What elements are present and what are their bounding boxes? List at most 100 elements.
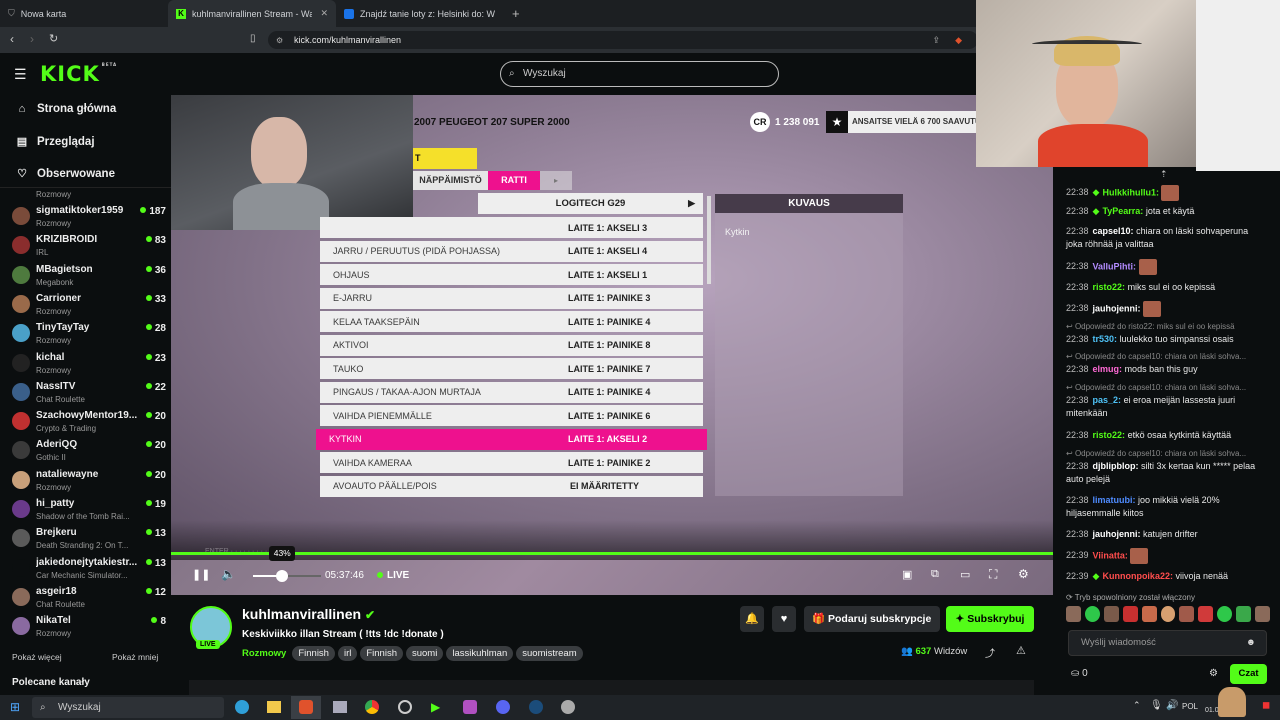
- menu-icon[interactable]: ☰: [14, 66, 27, 83]
- emote-icon[interactable]: [1198, 606, 1214, 622]
- binding-row[interactable]: LAITE 1: AKSELI 3: [320, 217, 703, 238]
- nav-home[interactable]: ⌂ Strona główna: [16, 103, 117, 115]
- channel-item[interactable]: NikaTel Rozmowy 8: [8, 614, 166, 643]
- emote-icon[interactable]: [1122, 606, 1138, 622]
- tab-keyboard[interactable]: NÄPPÄIMISTÖ: [413, 171, 488, 190]
- settings-gear-icon[interactable]: ⚙: [1018, 567, 1029, 581]
- chat-username[interactable]: risto22:: [1093, 430, 1126, 440]
- close-tab-icon[interactable]: ✕: [320, 8, 328, 19]
- nav-following[interactable]: ♡ Obserwowane: [16, 167, 115, 181]
- report-icon[interactable]: ⚠: [1016, 644, 1026, 657]
- channel-item[interactable]: KRIZIBROIDI IRL 83: [8, 233, 166, 262]
- emote-icon[interactable]: [1217, 606, 1233, 622]
- emote-icon[interactable]: [1084, 606, 1100, 622]
- channel-item[interactable]: nataliewayne Rozmowy 20: [8, 468, 166, 497]
- list-scrollbar[interactable]: [707, 196, 711, 284]
- tray-chevron-icon[interactable]: ⌃: [1133, 700, 1141, 711]
- tag-chip[interactable]: suomistream: [516, 646, 583, 661]
- binding-row[interactable]: KELAA TAAKSEPÄIN LAITE 1: PAINIKE 4: [320, 311, 703, 332]
- chat-username[interactable]: Hulkkihullu1:: [1102, 187, 1159, 197]
- chat-username[interactable]: capsel10:: [1093, 226, 1134, 236]
- clock-date[interactable]: 01.0: [1205, 707, 1219, 714]
- emote-icon[interactable]: [1236, 606, 1252, 622]
- channel-item[interactable]: SzachowyMentor19... Crypto & Trading 20: [8, 409, 166, 438]
- binding-row[interactable]: AKTIVOI LAITE 1: PAINIKE 8: [320, 334, 703, 356]
- binding-row[interactable]: E-JARRU LAITE 1: PAINIKE 3: [320, 287, 703, 309]
- volume-icon[interactable]: 🔈: [221, 567, 236, 581]
- windows-start-icon[interactable]: ⊞: [10, 700, 20, 714]
- chat-username[interactable]: pas_2:: [1093, 395, 1122, 405]
- chat-username[interactable]: tr530:: [1093, 334, 1118, 344]
- stream-progress-bar[interactable]: [171, 552, 1053, 555]
- chat-send-button[interactable]: Czat: [1230, 664, 1267, 684]
- channel-item[interactable]: sigmatiktoker1959 Rozmowy 187: [8, 204, 166, 233]
- binding-row[interactable]: OHJAUS LAITE 1: AKSELI 1: [320, 264, 703, 285]
- show-less-link[interactable]: Pokaż mniej: [112, 652, 158, 662]
- binding-row[interactable]: AVOAUTO PÄÄLLE/POIS EI MÄÄRITETTY: [320, 475, 703, 497]
- binding-row[interactable]: JARRU / PERUUTUS (PIDÄ POHJASSA) LAITE 1:…: [320, 240, 703, 262]
- chat-username[interactable]: limatuubi:: [1093, 495, 1136, 505]
- app-icon[interactable]: [561, 700, 575, 714]
- new-tab-icon[interactable]: +: [512, 6, 520, 21]
- browser-tab-new[interactable]: ⛉ Nowa karta: [0, 0, 168, 27]
- channel-item[interactable]: jakiedonejtytakiestr... Car Mechanic Simu…: [8, 556, 166, 585]
- bookmark-icon[interactable]: ▯: [250, 33, 256, 44]
- pause-icon[interactable]: ❚❚: [192, 568, 210, 581]
- emote-icon[interactable]: [1103, 606, 1119, 622]
- brave-shield-icon[interactable]: ◆: [955, 35, 962, 46]
- channel-item[interactable]: TinyTayTay Rozmowy 28: [8, 321, 166, 350]
- emote-icon[interactable]: [1066, 606, 1081, 622]
- file-explorer-icon[interactable]: [267, 701, 281, 713]
- miniplayer-icon[interactable]: ⧉: [931, 568, 939, 581]
- notification-icon[interactable]: ◼: [1262, 700, 1270, 711]
- binding-row[interactable]: VAIHDA KAMERAA LAITE 1: PAINIKE 2: [320, 452, 703, 473]
- tab-more-icon[interactable]: ▸: [540, 171, 572, 190]
- site-info-icon[interactable]: ⚙: [276, 36, 283, 45]
- emote-icon[interactable]: [1160, 606, 1176, 622]
- channel-item[interactable]: asgeir18 Chat Roulette 12: [8, 585, 166, 614]
- channel-item[interactable]: NassITV Chat Roulette 22: [8, 380, 166, 409]
- nav-browse[interactable]: ▤ Przeglądaj: [16, 135, 95, 149]
- emoji-icon[interactable]: ☻: [1246, 631, 1256, 655]
- kick-logo[interactable]: KICK BETA: [40, 62, 117, 86]
- fullscreen-icon[interactable]: ⛶: [989, 567, 997, 582]
- follow-heart-icon[interactable]: ♥: [772, 606, 796, 632]
- chat-username[interactable]: jauhojenni:: [1093, 303, 1141, 313]
- channel-item[interactable]: hi_patty Shadow of the Tomb Rai... 19: [8, 497, 166, 526]
- tag-chip[interactable]: Finnish: [360, 646, 403, 661]
- binding-row[interactable]: KYTKIN LAITE 1: AKSELI 2: [316, 428, 707, 450]
- channel-name-row[interactable]: kuhlmanvirallinen ✔: [242, 606, 375, 622]
- binding-row[interactable]: PINGAUS / TAKAA-AJON MURTAJA LAITE 1: PAI…: [320, 381, 703, 403]
- channel-points[interactable]: ⛀ 0: [1071, 668, 1088, 679]
- app-icon[interactable]: ▶: [431, 700, 440, 714]
- app-icon[interactable]: [398, 700, 412, 714]
- emote-icon[interactable]: [1179, 606, 1195, 622]
- discord-icon[interactable]: [496, 700, 510, 714]
- share-icon[interactable]: ⤴: [985, 645, 995, 660]
- channel-item[interactable]: AderiQQ Gothic II 20: [8, 438, 166, 467]
- device-selector[interactable]: LOGITECH G29 ▶: [478, 193, 703, 214]
- browser-tab-kick[interactable]: K kuhlmanvirallinen Stream - Watc ✕: [168, 0, 336, 27]
- device-next-icon[interactable]: ▶: [688, 193, 695, 214]
- steam-icon[interactable]: [529, 700, 543, 714]
- channel-item[interactable]: Brejkeru Death Stranding 2: On T... 13: [8, 526, 166, 555]
- taskbar-search[interactable]: ⌕ Wyszukaj: [32, 697, 224, 718]
- chat-username[interactable]: ValluPihti:: [1093, 261, 1137, 271]
- chat-username[interactable]: TyPearra:: [1102, 206, 1143, 216]
- binding-row[interactable]: VAIHDA PIENEMMÄLLE LAITE 1: PAINIKE 6: [320, 405, 703, 426]
- clip-icon[interactable]: ▣: [902, 568, 912, 581]
- tag-chip[interactable]: Finnish: [292, 646, 335, 661]
- reload-icon[interactable]: ↻: [49, 32, 58, 45]
- notification-bell-icon[interactable]: 🔔: [740, 606, 764, 632]
- emote-icon[interactable]: [1255, 606, 1270, 622]
- search-input[interactable]: ⌕ Wyszukaj: [500, 61, 779, 87]
- edge-icon[interactable]: [235, 700, 249, 714]
- chat-message-input[interactable]: Wyślij wiadomość ☻: [1068, 630, 1267, 656]
- emote-icon[interactable]: [1141, 606, 1157, 622]
- chat-username[interactable]: elmug:: [1093, 364, 1123, 374]
- chat-username[interactable]: risto22:: [1093, 282, 1126, 292]
- chat-username[interactable]: jauhojenni:: [1093, 529, 1141, 539]
- channel-item[interactable]: Carrioner Rozmowy 33: [8, 292, 166, 321]
- channel-item[interactable]: kichal Rozmowy 23: [8, 351, 166, 380]
- share-icon[interactable]: ⇪: [932, 35, 940, 46]
